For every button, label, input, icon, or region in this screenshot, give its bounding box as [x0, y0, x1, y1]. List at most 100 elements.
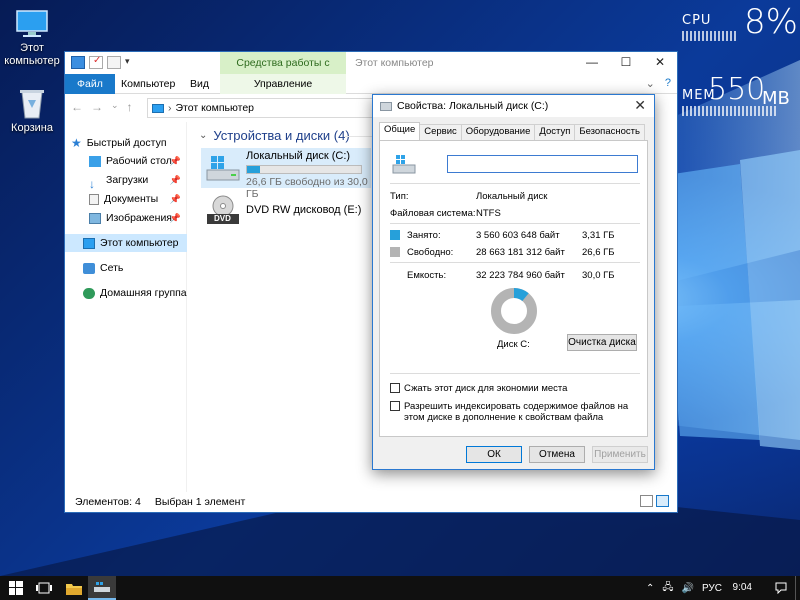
disk-usage-donut — [491, 288, 537, 334]
clock[interactable]: 9:04 — [733, 582, 752, 593]
download-icon: ↓ — [89, 176, 95, 191]
dialog-titlebar[interactable]: Свойства: Локальный диск (C:) ✕ — [373, 95, 654, 117]
window-title: Этот компьютер — [355, 57, 434, 69]
divider — [390, 373, 640, 374]
pictures-icon — [89, 212, 101, 224]
index-checkbox[interactable] — [390, 401, 400, 411]
desktop-icon-label: Этот компьютер — [4, 42, 60, 67]
nav-item-pictures[interactable]: Изображения 📌 — [65, 209, 187, 227]
tab-view[interactable]: Вид — [180, 74, 219, 94]
ok-button[interactable]: ОК — [466, 446, 522, 463]
local-disk-icon — [392, 155, 416, 174]
input-language[interactable]: РУС — [702, 583, 722, 594]
type-value: Локальный диск — [476, 191, 548, 202]
show-desktop-button[interactable] — [795, 576, 800, 600]
recent-locations-icon[interactable]: ⌄ — [111, 100, 119, 114]
nav-item-network[interactable]: Сеть — [65, 259, 187, 277]
desktop-icon-label: Корзина — [11, 122, 53, 134]
tab-general[interactable]: Общие — [379, 122, 421, 140]
window-controls: — ☐ ✕ — [575, 52, 677, 74]
properties-dialog: Свойства: Локальный диск (C:) ✕ Общие Се… — [372, 94, 655, 470]
explorer-titlebar[interactable]: ✓ ▾ Средства работы с дисками Этот компь… — [65, 52, 677, 91]
disk-cleanup-button[interactable]: Очистка диска — [567, 334, 637, 351]
drive-c[interactable]: Локальный диск (C:) 26,6 ГБ свободно из … — [201, 148, 371, 200]
show-hidden-icons-icon[interactable]: ⌃ — [646, 583, 654, 594]
customize-toolbar-icon[interactable]: ▾ — [125, 56, 133, 69]
used-space-swatch — [390, 230, 400, 240]
maximize-button[interactable]: ☐ — [609, 52, 643, 74]
chevron-down-icon: ⌄ — [199, 130, 208, 141]
filesystem-label: Файловая система: — [390, 208, 476, 219]
pin-icon[interactable]: 📌 — [170, 152, 181, 170]
volume-icon[interactable]: 🔊 — [682, 583, 694, 594]
large-icons-view-icon[interactable] — [656, 495, 669, 507]
start-button[interactable] — [2, 576, 30, 600]
apply-button[interactable]: Применить — [592, 446, 648, 463]
nav-item-documents[interactable]: Документы 📌 — [65, 190, 187, 208]
new-folder-icon[interactable] — [107, 56, 121, 69]
cpu-label: CPU — [682, 13, 712, 28]
cancel-button[interactable]: Отмена — [529, 446, 585, 463]
action-center-button[interactable] — [770, 576, 792, 600]
nav-item-label: Рабочий стол — [106, 155, 172, 167]
pin-icon[interactable]: 📌 — [170, 190, 181, 208]
view-toggles — [640, 495, 669, 507]
help-icon[interactable]: ? — [665, 77, 671, 90]
network-icon — [83, 262, 95, 274]
status-items-count: Элементов: 4 — [75, 496, 141, 508]
breadcrumb-chevron-icon[interactable]: › — [168, 102, 172, 114]
drive-name: Локальный диск (C:) — [246, 150, 351, 162]
capacity-label: Емкость: — [407, 270, 447, 281]
drive-e[interactable]: DVD DVD RW дисковод (E:) — [201, 192, 371, 232]
volume-label-input[interactable] — [447, 155, 638, 173]
nav-item-this-pc[interactable]: Этот компьютер — [65, 234, 187, 252]
pin-icon[interactable]: 📌 — [170, 209, 181, 227]
tab-manage[interactable]: Управление — [220, 74, 346, 94]
tab-hardware[interactable]: Оборудование — [460, 124, 536, 140]
dialog-title: Свойства: Локальный диск (C:) — [397, 100, 549, 112]
navigation-pane: ★ Быстрый доступ Рабочий стол 📌 ↓ Загруз… — [65, 122, 187, 492]
address-bar[interactable]: › Этот компьютер — [147, 98, 375, 118]
nav-item-label: Быстрый доступ — [86, 137, 167, 149]
tab-computer[interactable]: Компьютер — [111, 74, 185, 94]
nav-item-quick-access[interactable]: ★ Быстрый доступ — [65, 134, 187, 152]
desktop-icon-recycle-bin[interactable]: Корзина — [0, 86, 64, 135]
type-label: Тип: — [390, 191, 409, 202]
group-header[interactable]: ⌄ Устройства и диски (4) — [199, 128, 350, 143]
minimize-button[interactable]: — — [575, 52, 609, 74]
tab-security[interactable]: Безопасность — [574, 124, 645, 140]
nav-item-homegroup[interactable]: Домашняя группа — [65, 284, 187, 302]
properties-icon[interactable]: ✓ — [89, 55, 103, 69]
close-button[interactable]: ✕ — [643, 52, 677, 74]
taskbar: ⌃ 🖧 🔊 РУС 9:04 — [0, 576, 800, 600]
this-pc-icon — [152, 103, 164, 113]
breadcrumb[interactable]: Этот компьютер — [176, 102, 255, 114]
general-tab-panel: Тип: Локальный диск Файловая система: NT… — [379, 140, 648, 437]
back-icon[interactable]: ← — [71, 100, 83, 114]
tab-file[interactable]: Файл — [65, 74, 115, 94]
quick-access-toolbar: ✓ ▾ — [71, 55, 133, 69]
free-space-swatch — [390, 247, 400, 257]
expand-ribbon-icon[interactable]: ⌄ — [646, 77, 655, 90]
homegroup-icon — [83, 287, 95, 299]
capacity-size: 30,0 ГБ — [582, 270, 615, 281]
task-view-button[interactable] — [30, 576, 58, 600]
nav-item-label: Загрузки — [106, 174, 149, 186]
pin-icon[interactable]: 📌 — [170, 171, 181, 189]
nav-item-desktop[interactable]: Рабочий стол 📌 — [65, 152, 187, 170]
tab-tools[interactable]: Сервис — [419, 124, 462, 140]
dialog-close-button[interactable]: ✕ — [634, 97, 646, 114]
tab-sharing[interactable]: Доступ — [534, 124, 576, 140]
taskbar-drive-properties[interactable] — [88, 576, 116, 600]
compress-checkbox[interactable] — [390, 383, 400, 393]
local-disk-icon — [206, 156, 240, 181]
cpu-value: 8% — [744, 2, 798, 42]
up-icon[interactable]: ↑ — [127, 100, 133, 114]
details-view-icon[interactable] — [640, 495, 653, 507]
drive-name: DVD RW дисковод (E:) — [246, 204, 362, 216]
taskbar-file-explorer[interactable] — [60, 576, 88, 600]
nav-item-downloads[interactable]: ↓ Загрузки 📌 — [65, 171, 187, 191]
desktop-icon-this-pc[interactable]: Этот компьютер — [0, 8, 64, 68]
network-icon[interactable]: 🖧 — [662, 580, 673, 597]
forward-icon[interactable]: → — [91, 100, 103, 114]
